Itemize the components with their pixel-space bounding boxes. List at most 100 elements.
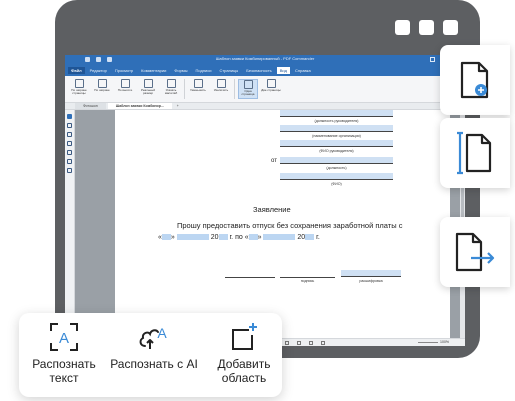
field-employee-position[interactable] bbox=[280, 157, 393, 164]
minimize-icon[interactable] bbox=[430, 57, 435, 62]
tab-photoshop[interactable]: Фотошоп bbox=[75, 103, 106, 109]
menu-comments[interactable]: Комментарии bbox=[138, 67, 169, 74]
date-to-label: по bbox=[235, 234, 243, 241]
actual-size-icon bbox=[143, 79, 153, 88]
document-canvas: (должность руководителя) (наименование о… bbox=[75, 110, 465, 338]
document-body-line: Прошу предоставить отпуск без сохранения… bbox=[177, 221, 403, 230]
field-month-from[interactable] bbox=[176, 234, 209, 241]
menu-help[interactable]: Справка bbox=[292, 67, 314, 74]
zoom-set-button[interactable]: Указать масштаб bbox=[161, 79, 181, 99]
fit-width-button[interactable]: По ширине страницы bbox=[69, 79, 89, 99]
field-employee-name[interactable] bbox=[280, 173, 393, 180]
document-heading: Заявление bbox=[253, 205, 291, 214]
menu-signatures[interactable]: Подписи bbox=[192, 67, 214, 74]
recognize-ai-button[interactable]: A Распознать с AI bbox=[109, 313, 199, 397]
fit-height-icon bbox=[120, 79, 130, 88]
two-pages-button[interactable]: Две страницы bbox=[261, 79, 281, 99]
year-prefix-from: 20 bbox=[210, 234, 219, 241]
add-page-card[interactable] bbox=[440, 45, 510, 115]
caption-employee-name: (ФИО) bbox=[331, 182, 342, 186]
add-tab-button[interactable]: + bbox=[174, 103, 182, 109]
zoom-in-icon bbox=[216, 79, 226, 88]
page-navigation bbox=[285, 341, 325, 345]
app-window: Шаблон заявки Комбинированный - PDF Comm… bbox=[65, 55, 465, 346]
prev-page-icon[interactable] bbox=[297, 341, 301, 345]
svg-text:A: A bbox=[59, 330, 69, 347]
ribbon-separator bbox=[184, 79, 185, 99]
ribbon-separator bbox=[234, 79, 235, 99]
field-year-to[interactable] bbox=[305, 234, 315, 241]
field-head-name[interactable] bbox=[280, 140, 393, 147]
bookmarks-icon[interactable] bbox=[67, 123, 72, 128]
field-day-from[interactable] bbox=[161, 234, 171, 241]
menu-bar: Файл Редактор Просмотр Комментарии Формы… bbox=[65, 65, 465, 76]
recognize-text-icon: A bbox=[50, 323, 78, 351]
dot-icon bbox=[443, 20, 458, 35]
zoom-slider[interactable] bbox=[418, 341, 439, 343]
from-label: от bbox=[271, 158, 277, 164]
field-year-from[interactable] bbox=[218, 234, 228, 241]
last-page-icon[interactable] bbox=[321, 341, 325, 345]
caption-employee-position: (должность) bbox=[326, 166, 347, 170]
extract-page-card[interactable] bbox=[440, 217, 510, 287]
single-page-button[interactable]: Одна страница bbox=[238, 79, 258, 99]
zoom-in-button[interactable]: Увеличить bbox=[211, 79, 231, 99]
field-day-to[interactable] bbox=[248, 234, 258, 241]
ribbon-toolbar: По ширине страницы По ширине По высоте Р… bbox=[65, 76, 465, 103]
action-panel: A Распознать текст A Распознать с AI Доб… bbox=[19, 313, 282, 397]
recognize-text-button[interactable]: A Распознать текст bbox=[19, 313, 109, 397]
menu-security[interactable]: Безопасность bbox=[243, 67, 275, 74]
next-page-icon[interactable] bbox=[309, 341, 313, 345]
comments-icon[interactable] bbox=[67, 141, 72, 146]
crop-page-card[interactable] bbox=[440, 118, 510, 188]
zoom-control[interactable]: 100% bbox=[418, 340, 449, 344]
left-toolbar bbox=[65, 110, 75, 346]
recognize-ai-icon: A bbox=[139, 325, 167, 349]
document-page: (должность руководителя) (наименование о… bbox=[115, 110, 450, 338]
layers-icon[interactable] bbox=[67, 168, 72, 173]
single-page-icon bbox=[243, 80, 253, 89]
attachments-icon[interactable] bbox=[67, 132, 72, 137]
menu-vid[interactable]: Вид bbox=[276, 67, 290, 74]
window-title: Шаблон заявки Комбинированный - PDF Comm… bbox=[215, 56, 315, 61]
field-month-to[interactable] bbox=[263, 234, 296, 241]
add-area-button[interactable]: Добавить область bbox=[199, 313, 289, 397]
date-signed-line[interactable] bbox=[225, 277, 275, 278]
fit-width-icon bbox=[74, 79, 84, 88]
thumbnails-icon[interactable] bbox=[67, 114, 72, 119]
menu-pages[interactable]: Страницы bbox=[216, 67, 241, 74]
field-decode[interactable] bbox=[341, 270, 401, 277]
year-prefix-to: 20 bbox=[297, 234, 306, 241]
add-page-icon bbox=[460, 61, 489, 99]
zoom-out-button[interactable]: Уменьшить bbox=[188, 79, 208, 99]
menu-file[interactable]: Файл bbox=[68, 67, 85, 74]
dot-icon bbox=[395, 20, 410, 35]
dot-icon bbox=[419, 20, 434, 35]
caption-organization: (наименование организации) bbox=[312, 134, 361, 138]
tab-template[interactable]: Шаблон заявки Комбинир... bbox=[107, 103, 172, 109]
zoom-set-icon bbox=[166, 79, 176, 88]
zoom-out-icon bbox=[193, 79, 203, 88]
fit-page-button[interactable]: По ширине bbox=[92, 79, 112, 99]
fit-page-icon bbox=[97, 79, 107, 88]
window-dots bbox=[395, 20, 458, 35]
signature-line[interactable] bbox=[280, 277, 335, 278]
menu-view[interactable]: Просмотр bbox=[112, 67, 136, 74]
decode-caption: расшифровка bbox=[359, 279, 383, 283]
field-organization[interactable] bbox=[280, 125, 393, 132]
caption-position-head: (должность руководителя) bbox=[314, 119, 359, 123]
field-position-head[interactable] bbox=[280, 110, 393, 117]
menu-editor[interactable]: Редактор bbox=[87, 67, 110, 74]
caption-head-name: (ФИО руководителя) bbox=[319, 149, 354, 153]
date-line: «» 20 г. по «» 20 г. bbox=[158, 234, 320, 241]
search-icon[interactable] bbox=[67, 159, 72, 164]
extract-page-icon bbox=[455, 232, 495, 272]
link-icon[interactable] bbox=[67, 150, 72, 155]
year-suffix-to: г. bbox=[316, 234, 320, 241]
year-suffix-from: г. bbox=[229, 234, 234, 241]
menu-forms[interactable]: Формы bbox=[171, 67, 190, 74]
svg-text:A: A bbox=[157, 325, 167, 341]
signature-caption: подпись bbox=[300, 279, 315, 283]
actual-size-button[interactable]: Реальный размер bbox=[138, 79, 158, 99]
fit-height-button[interactable]: По высоте bbox=[115, 79, 135, 99]
